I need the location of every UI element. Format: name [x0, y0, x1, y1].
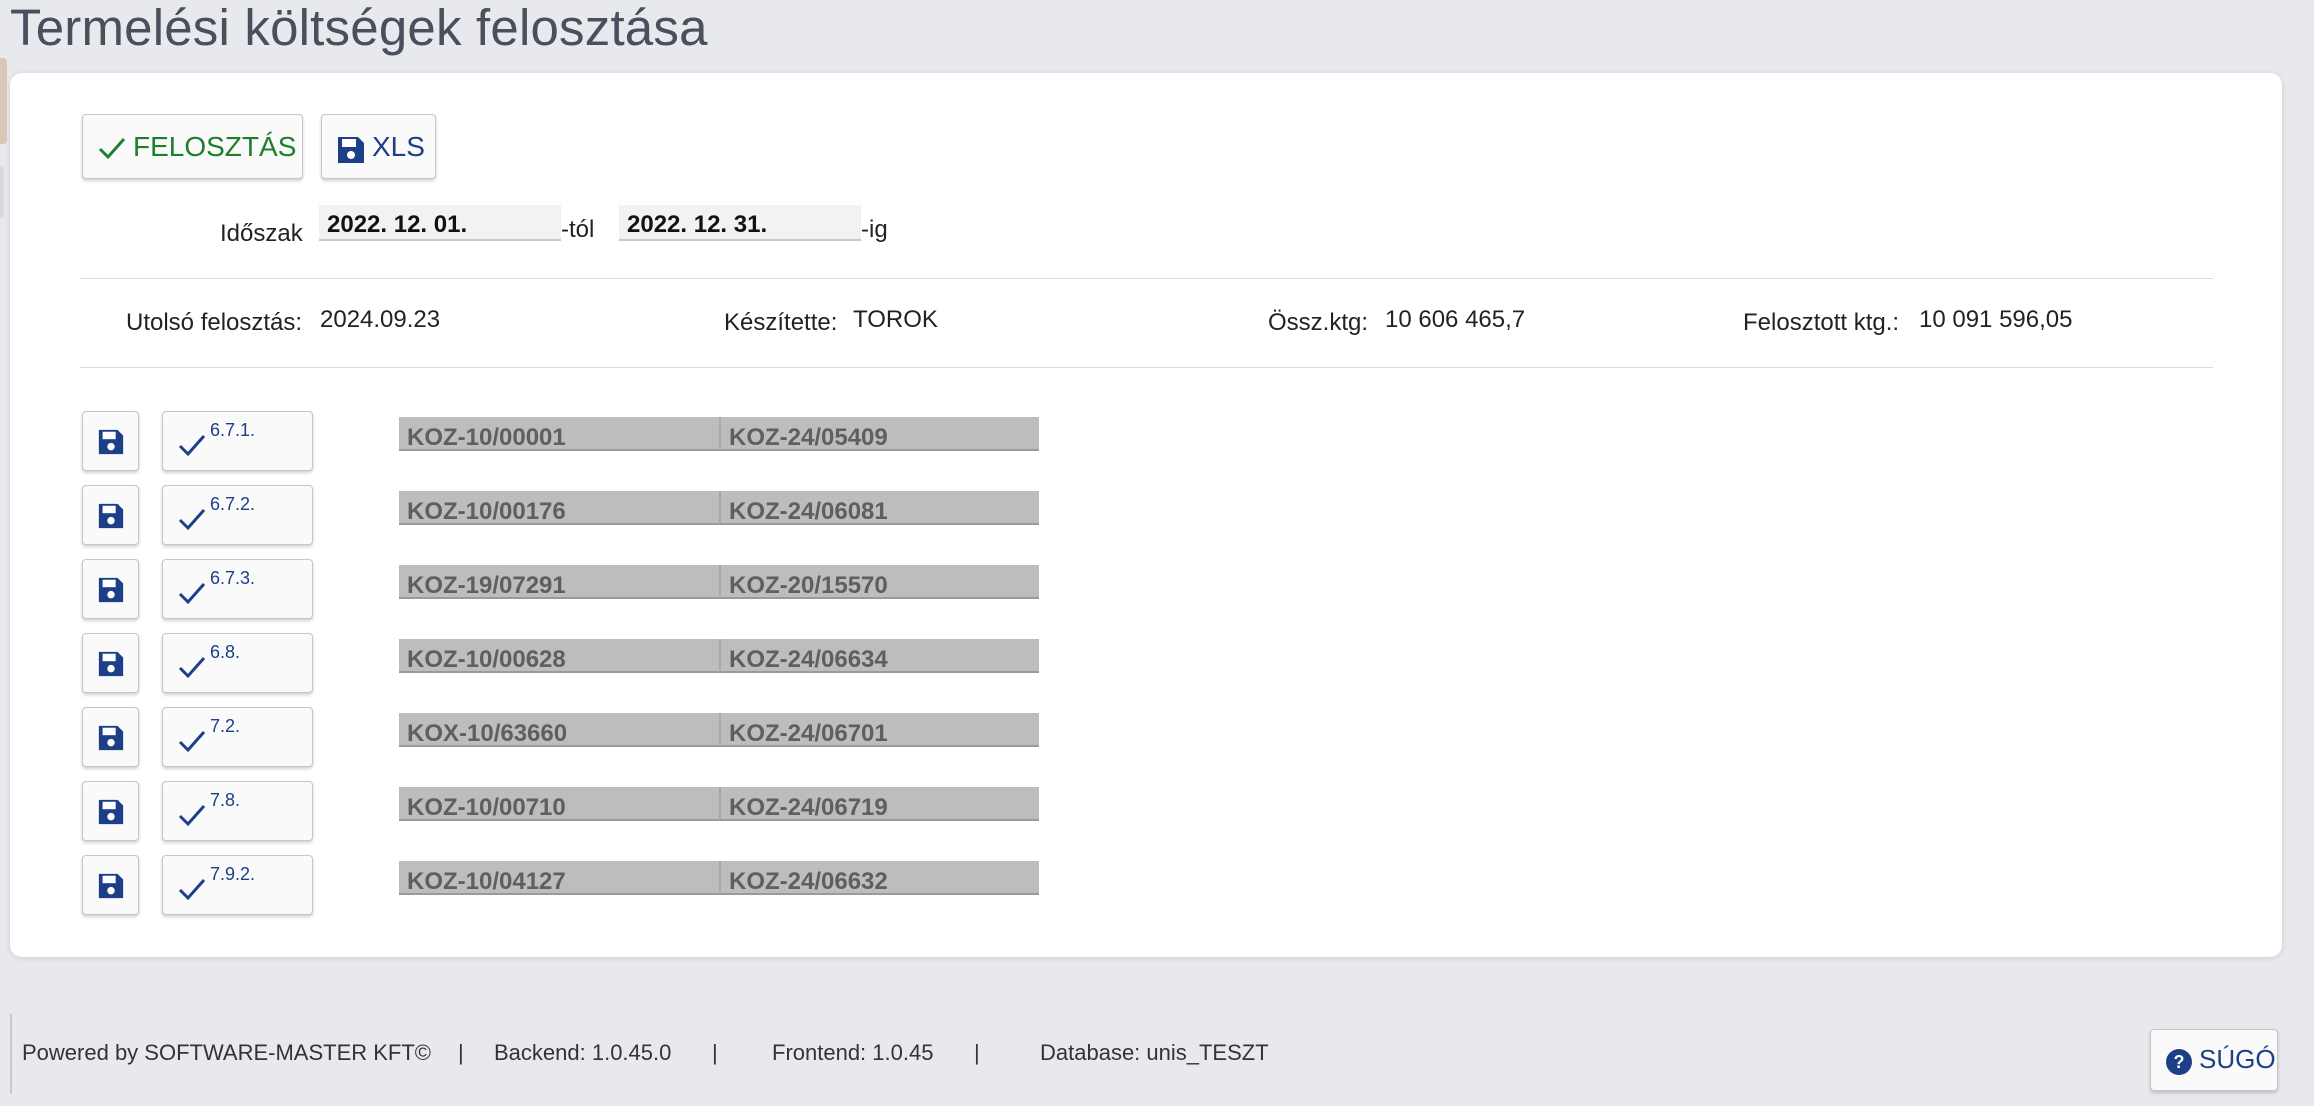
- footer-divider: [10, 1014, 12, 1094]
- row-allocate-button[interactable]: 7.2.: [162, 707, 313, 767]
- checkmark-icon: [177, 802, 207, 833]
- row-allocate-button[interactable]: 7.8.: [162, 781, 313, 841]
- allocated-cost-label: Felosztott ktg.:: [1743, 309, 1900, 336]
- divider: [80, 367, 2213, 368]
- row-code-from: KOZ-10/00710: [399, 787, 719, 821]
- row-code-from: KOX-10/63660: [399, 713, 719, 747]
- felosztas-button[interactable]: FELOSZTÁS: [82, 114, 303, 179]
- checkmark-icon: [177, 654, 207, 685]
- row-code-from: KOZ-19/07291: [399, 565, 719, 599]
- row-save-button[interactable]: [82, 559, 139, 619]
- footer-separator: |: [974, 1040, 980, 1065]
- row-code-from: KOZ-10/00628: [399, 639, 719, 673]
- row-code-to: KOZ-24/06634: [719, 639, 1039, 673]
- row-save-button[interactable]: [82, 411, 139, 471]
- side-panel-tab[interactable]: [0, 58, 7, 144]
- row-code-to: KOZ-24/06701: [719, 713, 1039, 747]
- footer-frontend: Frontend: 1.0.45: [772, 1040, 934, 1065]
- row-code-to: KOZ-20/15570: [719, 565, 1039, 599]
- row-label: 6.7.3.: [210, 568, 256, 588]
- row-allocate-button[interactable]: 6.7.1.: [162, 411, 313, 471]
- row-code-from: KOZ-10/00176: [399, 491, 719, 525]
- help-label: SÚGÓ: [2199, 1044, 2276, 1074]
- checkmark-icon: [177, 432, 207, 463]
- floppy-disk-icon: [97, 798, 125, 831]
- help-button[interactable]: ? SÚGÓ: [2150, 1029, 2278, 1091]
- row-allocate-button[interactable]: 6.7.2.: [162, 485, 313, 545]
- floppy-disk-icon: [97, 872, 125, 905]
- row-save-button[interactable]: [82, 855, 139, 915]
- checkmark-icon: [177, 728, 207, 759]
- row-code-from: KOZ-10/00001: [399, 417, 719, 451]
- checkmark-icon: [177, 580, 207, 611]
- period-label: Időszak: [220, 220, 303, 247]
- row-save-button[interactable]: [82, 707, 139, 767]
- period-from-input[interactable]: [319, 205, 561, 241]
- row-allocate-button[interactable]: 6.8.: [162, 633, 313, 693]
- footer-separator: |: [458, 1040, 464, 1065]
- row-code-to: KOZ-24/06081: [719, 491, 1039, 525]
- row-label: 6.8.: [210, 642, 241, 662]
- row-allocate-button[interactable]: 7.9.2.: [162, 855, 313, 915]
- row-label: 7.9.2.: [210, 864, 256, 884]
- floppy-disk-icon: [336, 135, 366, 170]
- svg-text:?: ?: [2174, 1052, 2185, 1072]
- row-label: 6.7.1.: [210, 420, 256, 440]
- footer-powered: Powered by SOFTWARE-MASTER KFT©: [22, 1040, 432, 1065]
- last-allocation-value: 2024.09.23: [320, 306, 441, 333]
- author-label: Készítette:: [724, 309, 838, 336]
- xls-label: XLS: [372, 131, 425, 162]
- row-code-to: KOZ-24/06719: [719, 787, 1039, 821]
- row-label: 7.2.: [210, 716, 241, 736]
- floppy-disk-icon: [97, 650, 125, 683]
- floppy-disk-icon: [97, 502, 125, 535]
- side-panel-tab[interactable]: [0, 166, 4, 218]
- divider: [80, 278, 2213, 279]
- row-save-button[interactable]: [82, 781, 139, 841]
- floppy-disk-icon: [97, 428, 125, 461]
- period-to-input[interactable]: [619, 205, 861, 241]
- row-label: 6.7.2.: [210, 494, 256, 514]
- allocated-cost-value: 10 091 596,05: [1919, 306, 2073, 333]
- period-to-suffix: -ig: [861, 216, 888, 243]
- row-save-button[interactable]: [82, 633, 139, 693]
- total-cost-label: Össz.ktg:: [1268, 309, 1369, 336]
- row-code-from: KOZ-10/04127: [399, 861, 719, 895]
- xls-export-button[interactable]: XLS: [321, 114, 436, 179]
- checkmark-icon: [177, 876, 207, 907]
- last-allocation-label: Utolsó felosztás:: [126, 309, 303, 336]
- row-save-button[interactable]: [82, 485, 139, 545]
- footer-separator: |: [712, 1040, 718, 1065]
- row-code-to: KOZ-24/06632: [719, 861, 1039, 895]
- footer-database: Database: unis_TESZT: [1040, 1040, 1269, 1065]
- row-allocate-button[interactable]: 6.7.3.: [162, 559, 313, 619]
- row-code-to: KOZ-24/05409: [719, 417, 1039, 451]
- felosztas-label: FELOSZTÁS: [133, 131, 297, 162]
- checkmark-icon: [97, 135, 127, 166]
- period-from-suffix: -tól: [561, 216, 595, 243]
- floppy-disk-icon: [97, 724, 125, 757]
- row-label: 7.8.: [210, 790, 241, 810]
- page-title: Termelési költségek felosztása: [10, 0, 708, 56]
- question-circle-icon: ?: [2165, 1048, 2193, 1081]
- floppy-disk-icon: [97, 576, 125, 609]
- checkmark-icon: [177, 506, 207, 537]
- author-value: TOROK: [853, 306, 938, 333]
- footer-backend: Backend: 1.0.45.0: [494, 1040, 672, 1065]
- total-cost-value: 10 606 465,7: [1385, 306, 1526, 333]
- main-card: FELOSZTÁS XLS Időszak -tól -ig Utolsó fe…: [10, 73, 2282, 957]
